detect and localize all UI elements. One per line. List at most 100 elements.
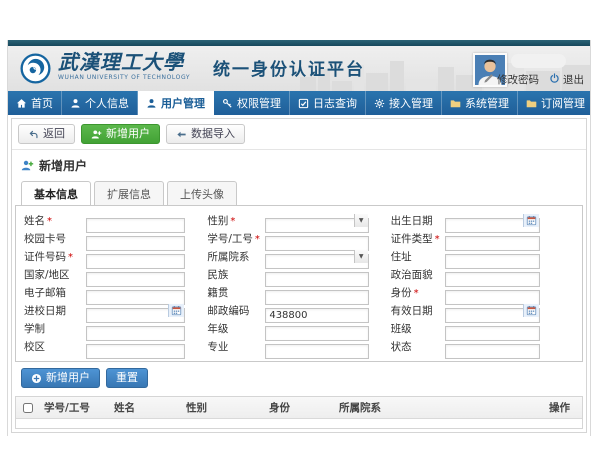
field-label: 状态 bbox=[391, 339, 445, 354]
nav-item-0[interactable]: 首页 bbox=[8, 91, 62, 115]
field-control bbox=[86, 213, 185, 228]
form-actions: 新增用户 重置 bbox=[12, 362, 586, 396]
nav-item-label: 权限管理 bbox=[237, 95, 281, 111]
platform-title: 统一身份认证平台 bbox=[213, 55, 365, 80]
field-label: 籍贯 bbox=[207, 285, 265, 300]
required-star: * bbox=[230, 216, 235, 227]
toolbar: 返回 新增用户 数据导入 bbox=[12, 119, 586, 150]
required-star: * bbox=[414, 288, 419, 299]
field-label: 性别* bbox=[207, 213, 265, 228]
nav-item-3[interactable]: 权限管理 bbox=[214, 91, 290, 115]
field-control bbox=[445, 213, 540, 228]
nav-item-label: 接入管理 bbox=[389, 95, 433, 111]
city-silhouette bbox=[438, 67, 454, 91]
university-name-zh: 武漢理工大學 bbox=[58, 51, 190, 73]
field-label: 证件类型* bbox=[391, 231, 445, 246]
form-field: 住址 bbox=[391, 249, 574, 264]
logout-link[interactable]: 退出 bbox=[549, 72, 584, 87]
button-label: 新增用户 bbox=[106, 128, 150, 140]
nav-item-7[interactable]: 订阅管理 bbox=[518, 91, 594, 115]
nav-item-label: 日志查询 bbox=[313, 95, 357, 111]
column-header-4: 所属院系 bbox=[335, 400, 545, 415]
field-label: 证件号码* bbox=[24, 249, 86, 264]
calendar-icon[interactable] bbox=[168, 304, 184, 317]
toolbar-button-1[interactable]: 新增用户 bbox=[81, 124, 160, 144]
select-all-checkbox-cell bbox=[16, 403, 40, 413]
app-window: 武漢理工大學 WUHAN UNIVERSITY OF TECHNOLOGY 统一… bbox=[7, 40, 591, 436]
home-icon bbox=[16, 98, 27, 109]
button-label: 重置 bbox=[116, 372, 138, 384]
city-silhouette bbox=[332, 81, 352, 91]
field-control bbox=[445, 339, 540, 354]
chevron-down-icon[interactable]: ▼ bbox=[354, 214, 368, 227]
table-header-row: 学号/工号姓名性别身份所属院系操作 bbox=[16, 397, 582, 419]
form-field: 学号/工号* bbox=[207, 231, 390, 246]
field-label: 进校日期 bbox=[24, 303, 86, 318]
header-banner: 武漢理工大學 WUHAN UNIVERSITY OF TECHNOLOGY 统一… bbox=[8, 46, 590, 91]
text-input[interactable] bbox=[445, 344, 540, 359]
nav-item-6[interactable]: 系统管理 bbox=[442, 91, 518, 115]
text-input[interactable] bbox=[86, 344, 185, 359]
form-field: 国家/地区 bbox=[24, 267, 207, 282]
field-control bbox=[445, 285, 540, 300]
nav-item-5[interactable]: 接入管理 bbox=[366, 91, 442, 115]
nav-item-1[interactable]: 个人信息 bbox=[62, 91, 138, 115]
field-label: 专业 bbox=[207, 339, 265, 354]
city-silhouette bbox=[390, 61, 404, 91]
required-star: * bbox=[68, 252, 73, 263]
form-field: 籍贯 bbox=[207, 285, 390, 300]
university-name-block: 武漢理工大學 WUHAN UNIVERSITY OF TECHNOLOGY bbox=[58, 51, 190, 81]
form-field: 有效日期 bbox=[391, 303, 574, 318]
form-row: 进校日期 邮政编码有效日期 bbox=[24, 303, 574, 318]
calendar-icon[interactable] bbox=[523, 214, 539, 227]
university-name-en: WUHAN UNIVERSITY OF TECHNOLOGY bbox=[58, 74, 190, 81]
calendar-icon[interactable] bbox=[523, 304, 539, 317]
field-label: 民族 bbox=[207, 267, 265, 282]
form-field: 民族 bbox=[207, 267, 390, 282]
reset-button[interactable]: 重置 bbox=[106, 368, 148, 388]
tab-2[interactable]: 上传头像 bbox=[167, 181, 237, 206]
field-control bbox=[445, 267, 540, 282]
change-password-link[interactable]: 修改密码 bbox=[483, 72, 539, 87]
folder-icon bbox=[526, 98, 537, 109]
form-field: 邮政编码 bbox=[207, 303, 390, 318]
user-table: 学号/工号姓名性别身份所属院系操作 bbox=[15, 396, 583, 429]
table-empty-body bbox=[16, 419, 582, 428]
field-control bbox=[265, 303, 368, 318]
form-field: 政治面貌 bbox=[391, 267, 574, 282]
field-label: 班级 bbox=[391, 321, 445, 336]
city-silhouette bbox=[406, 79, 436, 91]
form-row: 学制年级班级 bbox=[24, 321, 574, 336]
toolbar-button-0[interactable]: 返回 bbox=[18, 124, 75, 144]
submit-add-user-button[interactable]: 新增用户 bbox=[21, 368, 100, 388]
field-label: 校区 bbox=[24, 339, 86, 354]
select-all-checkbox[interactable] bbox=[23, 403, 33, 413]
chevron-down-icon[interactable]: ▼ bbox=[354, 250, 368, 263]
form-row: 电子邮箱籍贯 身份* bbox=[24, 285, 574, 300]
tab-1[interactable]: 扩展信息 bbox=[94, 181, 164, 206]
column-header-3: 身份 bbox=[265, 400, 335, 415]
section-title: 新增用户 bbox=[39, 157, 87, 174]
form-field: 所属院系▼ bbox=[207, 249, 390, 264]
log-icon bbox=[298, 98, 309, 109]
nav-item-2[interactable]: 用户管理 bbox=[138, 91, 214, 115]
tab-0[interactable]: 基本信息 bbox=[21, 181, 91, 206]
city-silhouette bbox=[366, 73, 388, 91]
key-icon bbox=[222, 98, 233, 109]
field-control bbox=[86, 267, 185, 282]
user-plus-icon bbox=[21, 159, 34, 172]
nav-item-4[interactable]: 日志查询 bbox=[290, 91, 366, 115]
field-control bbox=[265, 321, 368, 336]
field-control bbox=[265, 285, 368, 300]
form-field: 电子邮箱 bbox=[24, 285, 207, 300]
field-control bbox=[86, 285, 185, 300]
toolbar-button-2[interactable]: 数据导入 bbox=[166, 124, 245, 144]
undo-arrow-icon bbox=[28, 129, 39, 140]
form-field: 校园卡号 bbox=[24, 231, 207, 246]
text-input[interactable] bbox=[265, 344, 368, 359]
pencil-icon bbox=[483, 73, 494, 87]
field-label: 身份* bbox=[391, 285, 445, 300]
column-header-2: 性别 bbox=[182, 400, 265, 415]
form-field: 状态 bbox=[391, 339, 574, 354]
field-label: 有效日期 bbox=[391, 303, 445, 318]
